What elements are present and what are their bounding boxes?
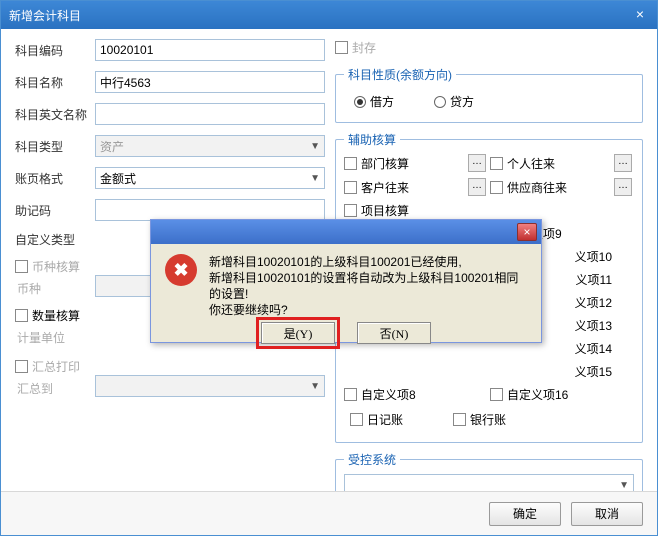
checkbox-icon (344, 181, 357, 194)
english-input[interactable] (95, 103, 325, 125)
custom16-checkbox[interactable]: 自定义项16 (490, 386, 612, 403)
error-icon (165, 254, 197, 286)
label-english: 科目英文名称 (15, 106, 95, 123)
chevron-down-icon: ▼ (310, 381, 320, 392)
summary-to-select: ▼ (95, 375, 325, 397)
seal-label: 封存 (352, 39, 376, 56)
custom8-label: 自定义项8 (361, 386, 416, 403)
dialog-close-icon[interactable]: × (517, 223, 537, 241)
page-format-select[interactable]: 金额式 ▼ (95, 167, 325, 189)
dept-lookup-button[interactable]: … (468, 154, 486, 172)
bank-label: 银行账 (470, 411, 506, 428)
customer-lookup-button[interactable]: … (468, 178, 486, 196)
customer-label: 客户往来 (361, 179, 409, 196)
nature-legend: 科目性质(余额方向) (344, 66, 456, 83)
project-checkbox[interactable]: 项目核算 (344, 202, 466, 219)
close-icon[interactable]: × (631, 6, 649, 24)
credit-radio[interactable]: 贷方 (434, 93, 474, 110)
checkbox-icon (15, 360, 28, 373)
dept-label: 部门核算 (361, 155, 409, 172)
msg-line2: 新增科目10020101的设置将自动改为上级科目100201相同的设置! (209, 270, 529, 302)
nature-fieldset: 科目性质(余额方向) 借方 贷方 (335, 66, 643, 123)
personal-checkbox[interactable]: 个人往来 (490, 155, 612, 172)
qty-acc-label: 数量核算 (32, 307, 80, 324)
label-custom-type: 自定义类型 (15, 231, 95, 248)
personal-label: 个人往来 (507, 155, 555, 172)
supplier-label: 供应商往来 (507, 179, 567, 196)
label-type: 科目类型 (15, 138, 95, 155)
project-label: 项目核算 (361, 202, 409, 219)
label-summary-to: 汇总到 (15, 380, 95, 397)
titlebar: 新增会计科目 × (1, 1, 657, 29)
supplier-checkbox[interactable]: 供应商往来 (490, 179, 612, 196)
mnemonic-input[interactable] (95, 199, 325, 221)
yes-button[interactable]: 是(Y) (261, 322, 335, 344)
footer: 确定 取消 (1, 491, 657, 535)
no-button[interactable]: 否(N) (357, 322, 431, 344)
credit-label: 贷方 (450, 93, 474, 110)
checkbox-icon (490, 181, 503, 194)
page-format-value: 金额式 (100, 170, 136, 187)
msg-line3: 你还要继续吗? (209, 302, 529, 318)
label-name: 科目名称 (15, 74, 95, 91)
currency-acc-label: 币种核算 (32, 258, 80, 275)
qty-acc-checkbox[interactable]: 数量核算 (15, 307, 80, 324)
aux-legend: 辅助核算 (344, 131, 400, 148)
radio-icon (354, 96, 366, 108)
debit-radio[interactable]: 借方 (354, 93, 394, 110)
checkbox-icon (453, 413, 466, 426)
currency-acc-checkbox[interactable]: 币种核算 (15, 258, 80, 275)
summary-print-label: 汇总打印 (32, 358, 80, 375)
checkbox-icon (490, 388, 503, 401)
main-window: 新增会计科目 × 科目编码 科目名称 科目英文名称 科目类型 资产 ▼ (0, 0, 658, 536)
code-input[interactable] (95, 39, 325, 61)
type-value: 资产 (100, 138, 124, 155)
label-mnemonic: 助记码 (15, 202, 95, 219)
dialog-titlebar: × (151, 220, 541, 244)
window-title: 新增会计科目 (9, 7, 81, 24)
customer-checkbox[interactable]: 客户往来 (344, 179, 466, 196)
checkbox-icon (15, 260, 28, 273)
bank-checkbox[interactable]: 银行账 (453, 411, 506, 428)
msg-line1: 新增科目10020101的上级科目100201已经使用, (209, 254, 529, 270)
checkbox-icon (490, 157, 503, 170)
journal-checkbox[interactable]: 日记账 (350, 411, 403, 428)
checkbox-icon (335, 41, 348, 54)
dialog-message: 新增科目10020101的上级科目100201已经使用, 新增科目1002010… (209, 254, 529, 318)
summary-print-checkbox[interactable]: 汇总打印 (15, 358, 80, 375)
debit-label: 借方 (370, 93, 394, 110)
cancel-button[interactable]: 取消 (571, 502, 643, 526)
controlled-legend: 受控系统 (344, 451, 400, 468)
seal-checkbox: 封存 (335, 39, 376, 56)
ok-button[interactable]: 确定 (489, 502, 561, 526)
confirm-dialog: × 新增科目10020101的上级科目100201已经使用, 新增科目10020… (150, 219, 542, 343)
custom15-label: 义项15 (490, 363, 612, 380)
label-currency: 币种 (15, 280, 95, 297)
name-input[interactable] (95, 71, 325, 93)
personal-lookup-button[interactable]: … (614, 154, 632, 172)
custom8-checkbox[interactable]: 自定义项8 (344, 386, 466, 403)
radio-icon (434, 96, 446, 108)
supplier-lookup-button[interactable]: … (614, 178, 632, 196)
label-unit: 计量单位 (15, 329, 95, 346)
custom16-label: 自定义项16 (507, 386, 568, 403)
type-select: 资产 ▼ (95, 135, 325, 157)
label-page-format: 账页格式 (15, 170, 95, 187)
checkbox-icon (350, 413, 363, 426)
dept-checkbox[interactable]: 部门核算 (344, 155, 466, 172)
checkbox-icon (344, 388, 357, 401)
chevron-down-icon: ▼ (310, 173, 320, 184)
chevron-down-icon: ▼ (619, 480, 629, 491)
chevron-down-icon: ▼ (310, 141, 320, 152)
checkbox-icon (344, 157, 357, 170)
label-code: 科目编码 (15, 42, 95, 59)
journal-label: 日记账 (367, 411, 403, 428)
checkbox-icon (344, 204, 357, 217)
checkbox-icon (15, 309, 28, 322)
